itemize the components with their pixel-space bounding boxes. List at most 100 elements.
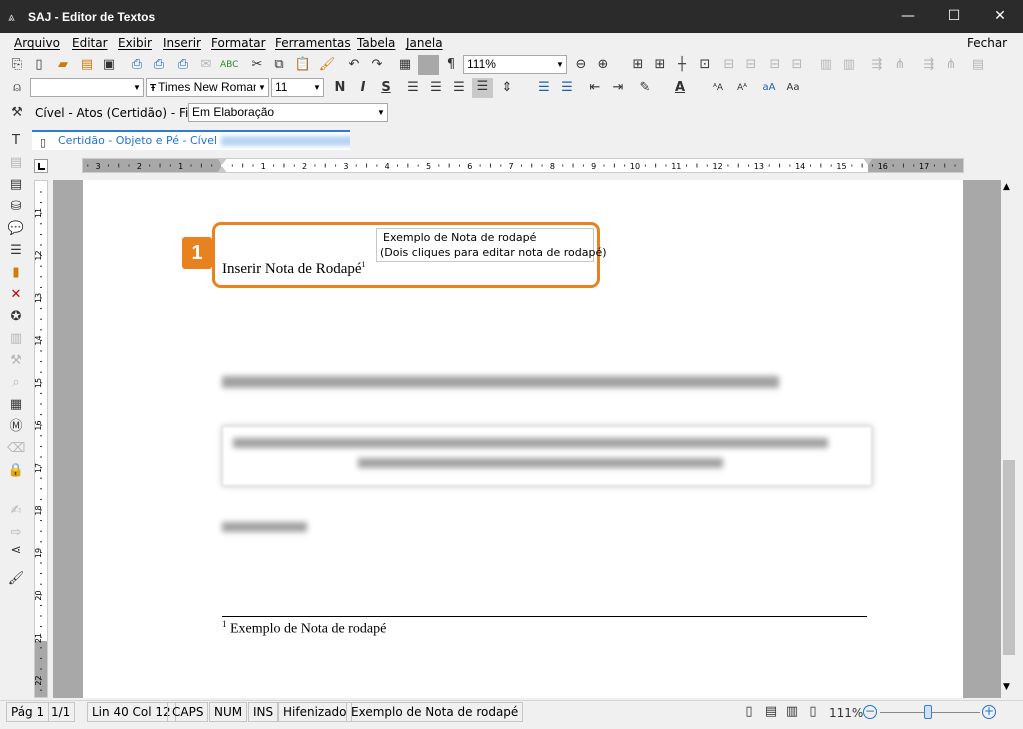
- vertical-scrollbar[interactable]: ▲ ▼: [1001, 180, 1017, 698]
- table-merge-icon[interactable]: ⊟: [720, 56, 738, 74]
- bold-icon[interactable]: N: [331, 79, 349, 97]
- table-split-icon[interactable]: ⊟: [742, 56, 760, 74]
- print-preview-icon[interactable]: ⎙: [150, 56, 168, 74]
- clear-format-icon[interactable]: Aa: [784, 79, 802, 97]
- font-size-select[interactable]: 11 ▼: [271, 78, 324, 97]
- new-document-icon[interactable]: ▯: [30, 56, 48, 74]
- table-insert-icon[interactable]: ┼: [673, 56, 691, 74]
- table-grid-icon[interactable]: ⊞: [651, 56, 669, 74]
- gavel-icon[interactable]: ⚒: [7, 352, 25, 370]
- change-case-icon[interactable]: aA: [760, 79, 778, 97]
- lock-icon[interactable]: 🔒: [7, 462, 25, 480]
- print-options-icon[interactable]: ⎙: [174, 56, 192, 74]
- signature-icon[interactable]: ✍: [7, 502, 25, 520]
- filter-icon[interactable]: ⋔: [942, 56, 960, 74]
- paint-roller-icon[interactable]: 🖌: [7, 570, 25, 588]
- font-color-icon[interactable]: A: [671, 79, 689, 97]
- menu-exibir[interactable]: Exibir: [118, 36, 152, 50]
- scroll-thumb[interactable]: [1003, 460, 1015, 655]
- tab-stop-selector[interactable]: [34, 159, 48, 173]
- list-icon[interactable]: ☰: [7, 242, 25, 260]
- style-icon[interactable]: ⍝: [8, 79, 26, 97]
- merge-field-icon[interactable]: ⇶: [920, 56, 938, 74]
- document-view-icon[interactable]: ▤: [762, 703, 780, 721]
- shading-icon[interactable]: [418, 55, 439, 75]
- table-split-cells-icon[interactable]: ▥: [840, 56, 858, 74]
- line-spacing-icon[interactable]: ⇕: [498, 79, 516, 97]
- new-from-template-icon[interactable]: ⎘: [8, 56, 26, 74]
- text-tool-icon[interactable]: T: [7, 132, 25, 150]
- decrease-indent-icon[interactable]: ⇤: [586, 79, 604, 97]
- tree-icon[interactable]: ⋔: [891, 56, 909, 74]
- font-name-select[interactable]: Ŧ Times New Roman ▼: [146, 78, 269, 97]
- paste-icon[interactable]: 📋: [294, 56, 312, 74]
- menu-arquivo[interactable]: Arquivo: [14, 36, 60, 50]
- style-select[interactable]: ▼: [30, 78, 144, 97]
- certificate-icon[interactable]: ✪: [7, 308, 25, 326]
- zoom-out-icon[interactable]: ⊖: [572, 56, 590, 74]
- document-tab[interactable]: ▯ Certidão - Objeto e Pé - Cível: [32, 130, 350, 150]
- redo-icon[interactable]: ↷: [368, 56, 386, 74]
- spellcheck-icon[interactable]: ABC: [220, 56, 238, 74]
- more-options-icon[interactable]: ▤: [969, 56, 987, 74]
- menu-janela[interactable]: Janela: [406, 36, 443, 50]
- field-icon[interactable]: ⇶: [868, 56, 886, 74]
- queue-select[interactable]: Em Elaboração ▼: [188, 103, 388, 122]
- document-page[interactable]: 1 Inserir Nota de Rodapé1 Exemplo de Not…: [83, 180, 963, 698]
- zoom-in-icon[interactable]: ⊕: [594, 56, 612, 74]
- save-icon[interactable]: ▣: [100, 56, 118, 74]
- eraser-icon[interactable]: ⌫: [7, 440, 25, 458]
- close-button[interactable]: ✕: [977, 0, 1023, 33]
- minimize-button[interactable]: —: [885, 0, 931, 33]
- menu-editar[interactable]: Editar: [72, 36, 108, 50]
- menu-fechar[interactable]: Fechar: [967, 36, 1007, 50]
- insert-table-icon[interactable]: ▦: [396, 56, 414, 74]
- table-props-icon[interactable]: ▥: [817, 56, 835, 74]
- menu-ferramentas[interactable]: Ferramentas: [275, 36, 351, 50]
- menu-inserir[interactable]: Inserir: [163, 36, 201, 50]
- email-icon[interactable]: ✉: [197, 56, 215, 74]
- open-model-icon[interactable]: ▤: [78, 56, 96, 74]
- cut-icon[interactable]: ✂: [248, 56, 266, 74]
- open-folder-icon[interactable]: ▰: [54, 56, 72, 74]
- highlight-icon[interactable]: ✎: [636, 79, 654, 97]
- table-cell-icon[interactable]: ⊡: [696, 56, 714, 74]
- heading-with-footnote[interactable]: Inserir Nota de Rodapé1: [222, 260, 366, 278]
- copy-icon[interactable]: ⧉: [270, 56, 288, 74]
- remove-field-icon[interactable]: ✕: [7, 286, 25, 304]
- export-icon[interactable]: ⇨: [7, 524, 25, 542]
- search-doc-icon[interactable]: ⌕: [7, 374, 25, 392]
- binder-icon[interactable]: ▥: [7, 330, 25, 348]
- scroll-down-icon[interactable]: ▼: [1003, 682, 1010, 692]
- zoom-slider-thumb[interactable]: [924, 705, 932, 719]
- align-center-icon[interactable]: ☰: [427, 79, 445, 97]
- italic-icon[interactable]: I: [354, 79, 372, 97]
- scroll-up-icon[interactable]: ▲: [1003, 182, 1010, 192]
- grow-font-icon[interactable]: ᴬA: [709, 79, 727, 97]
- bullet-list-icon[interactable]: ☰: [535, 79, 553, 97]
- table-row-icon[interactable]: ⊟: [766, 56, 784, 74]
- share-icon[interactable]: ⋖: [7, 542, 25, 560]
- print-icon[interactable]: ⎙: [128, 56, 146, 74]
- horizontal-ruler[interactable]: 3 2 1 1 2 3 4 5 6 7 8 9 10 11 12 13 14 15 16 17: [82, 158, 964, 173]
- align-right-icon[interactable]: ☰: [450, 79, 468, 97]
- paragraph-marks-icon[interactable]: ¶: [442, 56, 460, 74]
- footnote[interactable]: 1 Exemplo de Nota de rodapé: [222, 619, 386, 638]
- maximize-button[interactable]: ☐: [931, 0, 977, 33]
- footnote-reference[interactable]: 1: [362, 260, 366, 269]
- zoom-in-button[interactable]: +: [982, 705, 996, 719]
- page-view-icon[interactable]: ▯: [740, 703, 758, 721]
- shrink-font-icon[interactable]: Aᴬ: [733, 79, 751, 97]
- numbered-list-icon[interactable]: ☰: [558, 79, 576, 97]
- undo-icon[interactable]: ↶: [345, 56, 363, 74]
- calendar-icon[interactable]: ▦: [7, 396, 25, 414]
- table-col-icon[interactable]: ⊟: [788, 56, 806, 74]
- vertical-ruler[interactable]: 11 12 13 14 15 16 17 18 19 20 21 22: [34, 180, 48, 698]
- template-icon[interactable]: ▤: [7, 176, 25, 194]
- two-pages-icon[interactable]: ▯: [804, 703, 822, 721]
- m-icon[interactable]: Ⓜ: [7, 418, 25, 436]
- comment-icon[interactable]: 💬: [7, 220, 25, 238]
- menu-formatar[interactable]: Formatar: [211, 36, 266, 50]
- folder-icon[interactable]: ▮: [7, 264, 25, 282]
- document-grid-icon[interactable]: ▤: [7, 154, 25, 172]
